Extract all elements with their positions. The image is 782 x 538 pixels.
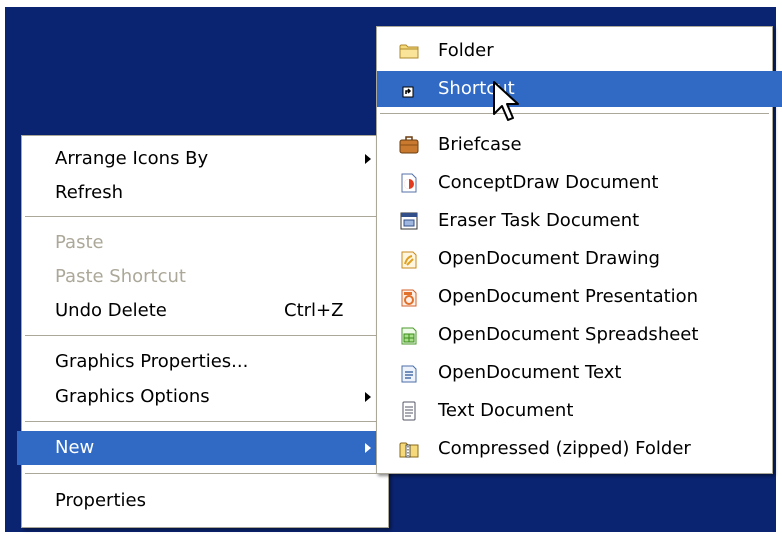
submenu-item-label: OpenDocument Presentation (438, 286, 699, 307)
eraser-task-icon (400, 212, 418, 230)
briefcase-icon (399, 136, 419, 154)
submenu-item-shortcut[interactable]: Shortcut (377, 71, 782, 107)
odf-spreadsheet-icon (401, 327, 417, 345)
menu-separator (25, 421, 385, 422)
submenu-item-odf-spreadsheet[interactable]: OpenDocument Spreadsheet (377, 317, 772, 353)
odf-presentation-icon (401, 289, 417, 307)
folder-icon (399, 44, 419, 59)
submenu-item-label: OpenDocument Drawing (438, 248, 660, 269)
menu-separator (380, 113, 769, 114)
shortcut-icon (402, 86, 414, 98)
submenu-item-label: Eraser Task Document (438, 210, 640, 231)
menu-item-label: New (55, 437, 95, 458)
menu-item-label: Properties (55, 490, 146, 511)
odf-text-icon (401, 365, 417, 383)
submenu-item-label: ConceptDraw Document (438, 172, 659, 193)
text-document-icon (402, 401, 416, 421)
submenu-item-text-document[interactable]: Text Document (377, 393, 772, 429)
submenu-item-briefcase[interactable]: Briefcase (377, 127, 772, 163)
submenu-item-folder[interactable]: Folder (377, 33, 772, 69)
submenu-item-label: Briefcase (438, 134, 522, 155)
menu-item-label: Arrange Icons By (55, 148, 209, 169)
submenu-item-label: Folder (438, 40, 494, 61)
submenu-arrow-icon (365, 154, 371, 164)
conceptdraw-icon (401, 173, 417, 193)
new-submenu: Folder Shortcut Briefcase ConceptDraw Do… (376, 26, 782, 474)
menu-item-label: Refresh (55, 182, 123, 203)
menu-item-label: Undo Delete (55, 300, 167, 321)
menu-item-label: Graphics Properties... (55, 351, 249, 372)
odf-drawing-icon (401, 251, 417, 269)
menu-item-paste: Paste (22, 226, 388, 260)
menu-separator (25, 335, 385, 336)
menu-separator (25, 216, 385, 217)
submenu-item-label: OpenDocument Spreadsheet (438, 324, 699, 345)
submenu-item-label: Compressed (zipped) Folder (438, 438, 691, 459)
submenu-item-label: OpenDocument Text (438, 362, 622, 383)
submenu-item-eraser-task[interactable]: Eraser Task Document (377, 203, 772, 239)
zip-folder-icon (399, 442, 419, 458)
mouse-cursor-icon (493, 81, 519, 121)
submenu-arrow-icon (365, 443, 371, 453)
desktop-context-menu: Arrange Icons By Refresh Paste Paste Sho… (17, 135, 389, 528)
menu-item-shortcut: Ctrl+Z (284, 300, 344, 321)
menu-item-paste-shortcut: Paste Shortcut (22, 260, 388, 294)
menu-item-label: Paste Shortcut (55, 266, 186, 287)
submenu-item-zip-folder[interactable]: Compressed (zipped) Folder (377, 431, 772, 467)
submenu-arrow-icon (365, 392, 371, 402)
submenu-item-odf-drawing[interactable]: OpenDocument Drawing (377, 241, 772, 277)
menu-item-arrange-icons-by[interactable]: Arrange Icons By (22, 142, 388, 176)
menu-item-graphics-properties[interactable]: Graphics Properties... (22, 345, 388, 379)
menu-separator (25, 473, 385, 474)
menu-item-properties[interactable]: Properties (22, 484, 388, 518)
submenu-item-label: Text Document (438, 400, 574, 421)
submenu-item-odf-presentation[interactable]: OpenDocument Presentation (377, 279, 772, 315)
menu-item-label: Paste (55, 232, 104, 253)
menu-item-refresh[interactable]: Refresh (22, 176, 388, 210)
menu-item-undo-delete[interactable]: Undo Delete Ctrl+Z (22, 294, 388, 328)
menu-item-graphics-options[interactable]: Graphics Options (22, 380, 388, 414)
menu-item-new[interactable]: New (17, 431, 382, 465)
menu-item-label: Graphics Options (55, 386, 210, 407)
submenu-item-odf-text[interactable]: OpenDocument Text (377, 355, 772, 391)
submenu-item-conceptdraw[interactable]: ConceptDraw Document (377, 165, 772, 201)
